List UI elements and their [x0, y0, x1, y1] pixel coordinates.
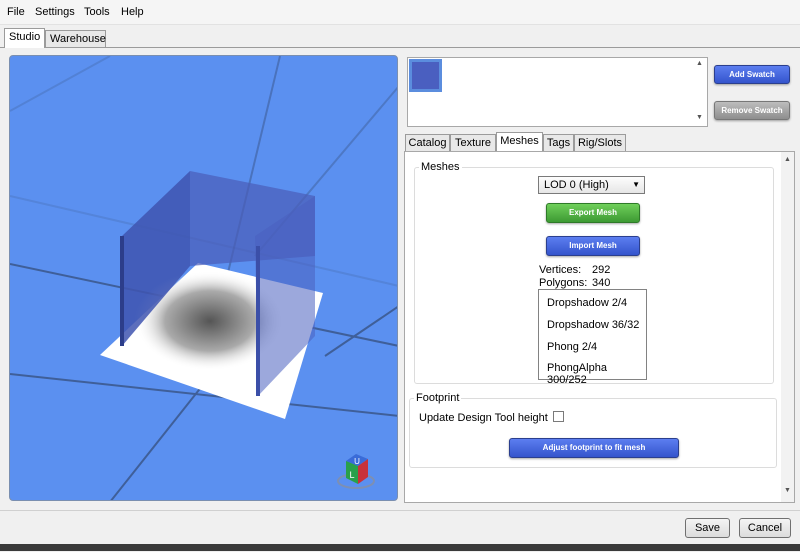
- remove-swatch-button[interactable]: Remove Swatch: [714, 101, 790, 120]
- vertices-value: 292: [592, 264, 611, 276]
- gizmo-front-letter: L: [349, 470, 354, 480]
- tab-warehouse[interactable]: Warehouse: [45, 30, 106, 47]
- export-mesh-button[interactable]: Export Mesh: [546, 203, 640, 223]
- orientation-gizmo[interactable]: U L: [337, 454, 375, 489]
- scroll-up-icon[interactable]: ▲: [696, 60, 703, 67]
- cancel-button[interactable]: Cancel: [739, 518, 791, 538]
- gizmo-top-letter: U: [354, 457, 360, 466]
- panel-scroll-up-icon[interactable]: ▲: [784, 156, 791, 163]
- tab-texture[interactable]: Texture: [450, 134, 496, 151]
- import-mesh-button[interactable]: Import Mesh: [546, 236, 640, 256]
- lod-selected-value: LOD 0 (High): [544, 179, 609, 191]
- tab-catalog[interactable]: Catalog: [405, 134, 450, 151]
- tab-rig-slots[interactable]: Rig/Slots: [574, 134, 626, 151]
- adjust-footprint-button[interactable]: Adjust footprint to fit mesh: [509, 438, 679, 458]
- list-item[interactable]: PhongAlpha 300/252: [547, 362, 646, 386]
- lod-dropdown[interactable]: LOD 0 (High) ▼: [538, 176, 645, 194]
- chevron-down-icon: ▼: [632, 180, 640, 189]
- swatch-list[interactable]: ▲ ▼: [407, 57, 708, 127]
- taskbar-strip: [0, 544, 800, 551]
- tab-studio[interactable]: Studio: [4, 28, 45, 48]
- shader-list[interactable]: Dropshadow 2/4 Dropshadow 36/32 Phong 2/…: [538, 289, 647, 386]
- meshes-group-title: Meshes: [419, 161, 462, 173]
- panel-scroll-down-icon[interactable]: ▼: [784, 487, 791, 494]
- menu-bar: File Settings Tools Help: [0, 0, 800, 25]
- viewport-3d[interactable]: U L: [9, 55, 398, 501]
- swatch-chip[interactable]: [409, 59, 442, 92]
- footprint-group-title: Footprint: [414, 392, 462, 404]
- scroll-down-icon[interactable]: ▼: [696, 114, 703, 121]
- tab-tags[interactable]: Tags: [543, 134, 574, 151]
- list-item[interactable]: Phong 2/4: [547, 341, 597, 353]
- list-item[interactable]: Dropshadow 36/32: [547, 319, 639, 331]
- list-item[interactable]: Dropshadow 2/4: [547, 297, 627, 309]
- add-swatch-button[interactable]: Add Swatch: [714, 65, 790, 84]
- save-button[interactable]: Save: [685, 518, 730, 538]
- menu-help[interactable]: Help: [121, 6, 144, 18]
- menu-file[interactable]: File: [7, 6, 25, 18]
- vertices-label: Vertices:: [539, 264, 582, 276]
- tab-meshes[interactable]: Meshes: [496, 132, 543, 152]
- polygons-label: Polygons:: [539, 277, 588, 289]
- update-height-checkbox[interactable]: [553, 411, 564, 422]
- panel-scrollbar[interactable]: ▲ ▼: [781, 152, 794, 502]
- viewport-scene: U L: [10, 56, 397, 500]
- swatch-scrollbar[interactable]: ▲ ▼: [693, 58, 707, 126]
- update-height-label: Update Design Tool height: [419, 412, 548, 424]
- menu-settings[interactable]: Settings: [35, 6, 75, 18]
- outer-tab-divider: [0, 47, 800, 48]
- polygons-value: 340: [592, 277, 611, 289]
- menu-tools[interactable]: Tools: [84, 6, 110, 18]
